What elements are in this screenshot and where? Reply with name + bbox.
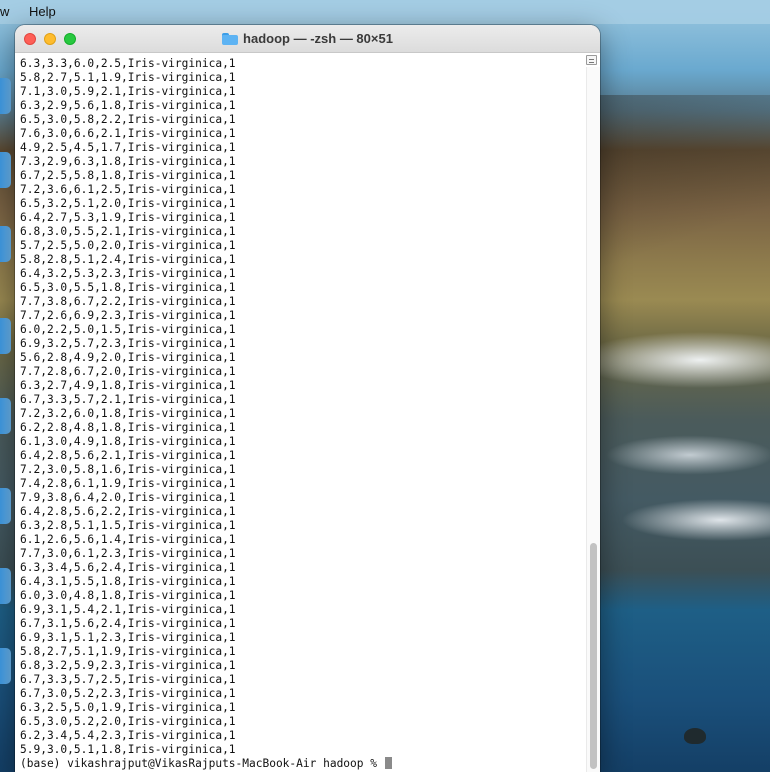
window-title-group: hadoop — -zsh — 80×51: [15, 31, 600, 46]
terminal-output-line: 6.1,2.6,5.6,1.4,Iris-virginica,1: [20, 533, 236, 546]
terminal-output-line: 6.3,2.5,5.0,1.9,Iris-virginica,1: [20, 701, 236, 714]
menu-item-window[interactable]: w: [0, 4, 9, 19]
terminal-output-line: 7.7,2.8,6.7,2.0,Iris-virginica,1: [20, 365, 236, 378]
terminal-output-line: 5.7,2.5,5.0,2.0,Iris-virginica,1: [20, 239, 236, 252]
dock-folder-icon[interactable]: [0, 78, 11, 114]
dock-folder-icon[interactable]: [0, 318, 11, 354]
wallpaper-rock: [684, 728, 706, 744]
dock-strip: [0, 70, 12, 710]
terminal-output-line: 7.2,3.0,5.8,1.6,Iris-virginica,1: [20, 463, 236, 476]
terminal-output-line: 7.7,2.6,6.9,2.3,Iris-virginica,1: [20, 309, 236, 322]
terminal-output-line: 6.7,3.3,5.7,2.1,Iris-virginica,1: [20, 393, 236, 406]
dock-folder-icon[interactable]: [0, 226, 11, 262]
terminal-output-line: 6.1,3.0,4.9,1.8,Iris-virginica,1: [20, 435, 236, 448]
terminal-output-line: 5.8,2.7,5.1,1.9,Iris-virginica,1: [20, 71, 236, 84]
terminal-output-line: 6.8,3.2,5.9,2.3,Iris-virginica,1: [20, 659, 236, 672]
terminal-output-line: 6.3,2.9,5.6,1.8,Iris-virginica,1: [20, 99, 236, 112]
terminal-output-line: 6.5,3.0,5.5,1.8,Iris-virginica,1: [20, 281, 236, 294]
terminal-output-line: 6.7,3.1,5.6,2.4,Iris-virginica,1: [20, 617, 236, 630]
menu-bar: w Help: [0, 0, 770, 24]
terminal-output-line: 6.7,3.3,5.7,2.5,Iris-virginica,1: [20, 673, 236, 686]
terminal-output-line: 6.4,3.2,5.3,2.3,Iris-virginica,1: [20, 267, 236, 280]
terminal-output-line: 6.9,3.1,5.4,2.1,Iris-virginica,1: [20, 603, 236, 616]
terminal-output-line: 6.2,2.8,4.8,1.8,Iris-virginica,1: [20, 421, 236, 434]
shell-prompt: (base) vikashrajput@VikasRajputs-MacBook…: [20, 757, 384, 770]
terminal-output-line: 6.5,3.2,5.1,2.0,Iris-virginica,1: [20, 197, 236, 210]
terminal-output-line: 7.7,3.0,6.1,2.3,Iris-virginica,1: [20, 547, 236, 560]
dock-folder-icon[interactable]: [0, 488, 11, 524]
terminal-output-line: 7.9,3.8,6.4,2.0,Iris-virginica,1: [20, 491, 236, 504]
terminal-output-line: 7.4,2.8,6.1,1.9,Iris-virginica,1: [20, 477, 236, 490]
dock-folder-icon[interactable]: [0, 398, 11, 434]
terminal-output-line: 6.9,3.2,5.7,2.3,Iris-virginica,1: [20, 337, 236, 350]
terminal-output-line: 6.7,2.5,5.8,1.8,Iris-virginica,1: [20, 169, 236, 182]
terminal-window[interactable]: hadoop — -zsh — 80×51 6.3,3.3,6.0,2.5,Ir…: [15, 25, 600, 772]
terminal-output-line: 6.7,3.0,5.2,2.3,Iris-virginica,1: [20, 687, 236, 700]
window-title: hadoop — -zsh — 80×51: [243, 31, 393, 46]
terminal-output[interactable]: 6.3,3.3,6.0,2.5,Iris-virginica,1 5.8,2.7,…: [15, 54, 587, 772]
terminal-output-line: 6.9,3.1,5.1,2.3,Iris-virginica,1: [20, 631, 236, 644]
menu-item-help[interactable]: Help: [29, 4, 56, 19]
wallpaper-mountain-shade: [600, 95, 770, 325]
terminal-output-line: 6.4,3.1,5.5,1.8,Iris-virginica,1: [20, 575, 236, 588]
dock-folder-icon[interactable]: [0, 648, 11, 684]
terminal-output-line: 5.8,2.7,5.1,1.9,Iris-virginica,1: [20, 645, 236, 658]
terminal-output-line: 6.4,2.8,5.6,2.2,Iris-virginica,1: [20, 505, 236, 518]
terminal-output-line: 6.5,3.0,5.2,2.0,Iris-virginica,1: [20, 715, 236, 728]
text-cursor: [384, 757, 392, 769]
terminal-output-line: 6.0,2.2,5.0,1.5,Iris-virginica,1: [20, 323, 236, 336]
terminal-output-line: 6.4,2.8,5.6,2.1,Iris-virginica,1: [20, 449, 236, 462]
terminal-output-line: 5.8,2.8,5.1,2.4,Iris-virginica,1: [20, 253, 236, 266]
terminal-output-line: 4.9,2.5,4.5,1.7,Iris-virginica,1: [20, 141, 236, 154]
terminal-output-line: 6.3,3.4,5.6,2.4,Iris-virginica,1: [20, 561, 236, 574]
terminal-output-line: 6.0,3.0,4.8,1.8,Iris-virginica,1: [20, 589, 236, 602]
window-titlebar[interactable]: hadoop — -zsh — 80×51: [15, 25, 600, 53]
dock-folder-icon[interactable]: [0, 152, 11, 188]
terminal-output-line: 5.6,2.8,4.9,2.0,Iris-virginica,1: [20, 351, 236, 364]
terminal-output-line: 7.1,3.0,5.9,2.1,Iris-virginica,1: [20, 85, 236, 98]
terminal-output-line: 7.6,3.0,6.6,2.1,Iris-virginica,1: [20, 127, 236, 140]
terminal-output-line: 6.4,2.7,5.3,1.9,Iris-virginica,1: [20, 211, 236, 224]
terminal-output-line: 6.3,2.7,4.9,1.8,Iris-virginica,1: [20, 379, 236, 392]
terminal-prompt-line[interactable]: (base) vikashrajput@VikasRajputs-MacBook…: [20, 757, 587, 771]
terminal-output-line: 6.8,3.0,5.5,2.1,Iris-virginica,1: [20, 225, 236, 238]
terminal-output-line: 7.7,3.8,6.7,2.2,Iris-virginica,1: [20, 295, 236, 308]
terminal-output-line: 7.2,3.2,6.0,1.8,Iris-virginica,1: [20, 407, 236, 420]
scrollbar-thumb[interactable]: [590, 543, 597, 769]
terminal-output-line: 6.5,3.0,5.8,2.2,Iris-virginica,1: [20, 113, 236, 126]
split-pane-icon[interactable]: [586, 55, 597, 65]
terminal-output-line: 6.3,2.8,5.1,1.5,Iris-virginica,1: [20, 519, 236, 532]
terminal-output-line: 6.3,3.3,6.0,2.5,Iris-virginica,1: [20, 57, 236, 70]
dock-folder-icon[interactable]: [0, 568, 11, 604]
folder-icon: [222, 33, 239, 45]
terminal-output-line: 7.2,3.6,6.1,2.5,Iris-virginica,1: [20, 183, 236, 196]
terminal-output-line: 6.2,3.4,5.4,2.3,Iris-virginica,1: [20, 729, 236, 742]
terminal-output-line: 5.9,3.0,5.1,1.8,Iris-virginica,1: [20, 743, 236, 756]
terminal-output-line: 7.3,2.9,6.3,1.8,Iris-virginica,1: [20, 155, 236, 168]
